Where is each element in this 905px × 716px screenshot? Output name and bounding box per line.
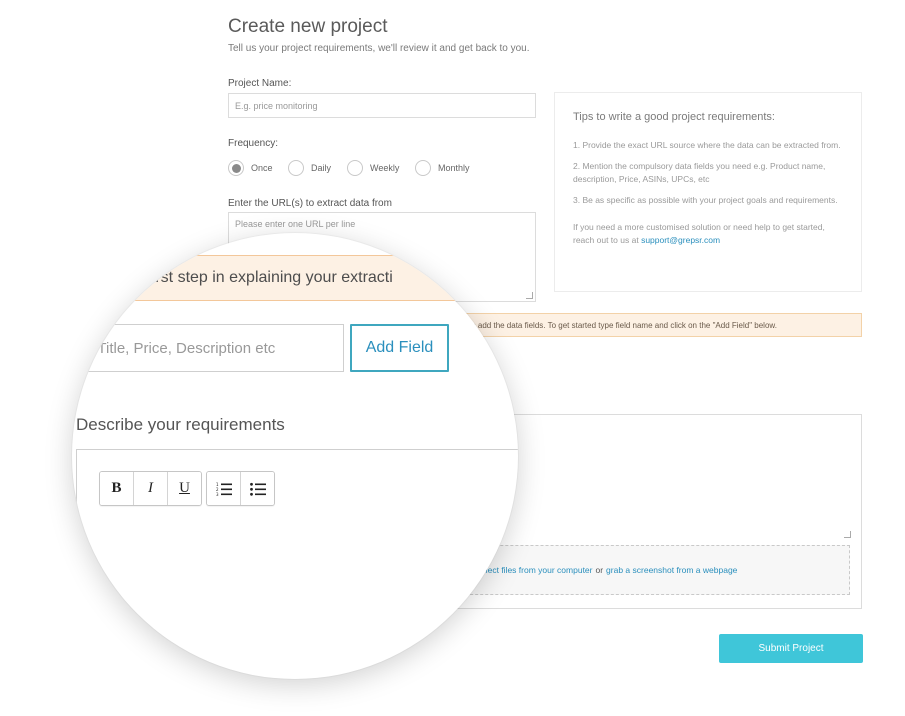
bullet-list-button[interactable] — [241, 472, 274, 505]
page-subtitle: Tell us your project requirements, we'll… — [228, 43, 530, 54]
magnifier-content: e first step in explaining your extracti… — [72, 233, 518, 679]
page-title: Create new project — [228, 16, 388, 37]
requirements-heading: Describe your requirements — [76, 415, 285, 434]
add-field-button[interactable]: Add Field — [350, 324, 449, 372]
format-toolbar-lists: 1 2 3 — [206, 471, 275, 506]
magnified-notice-text: e first step in explaining your extracti — [134, 269, 393, 286]
tip-item-1: 1. Provide the exact URL source where th… — [573, 140, 841, 150]
radio-label-monthly: Monthly — [438, 163, 470, 173]
support-email-link[interactable]: support@grepsr.com — [641, 235, 720, 245]
upload-or-text: or — [595, 565, 604, 575]
bold-button[interactable]: B — [100, 472, 134, 505]
frequency-option-once[interactable]: Once — [228, 160, 273, 176]
ordered-list-icon: 1 2 3 — [216, 482, 232, 496]
magnifier-lens: e first step in explaining your extracti… — [72, 233, 518, 679]
create-project-page: Create new project Tell us your project … — [0, 0, 905, 716]
resize-grip-icon[interactable] — [526, 292, 533, 299]
project-name-placeholder: E.g. price monitoring — [235, 100, 318, 111]
field-name-input[interactable]: g. Title, Price, Description etc — [72, 324, 344, 372]
tips-title: Tips to write a good project requirement… — [573, 111, 775, 123]
bullet-list-icon — [249, 482, 266, 496]
radio-daily[interactable] — [288, 160, 304, 176]
frequency-option-monthly[interactable]: Monthly — [415, 160, 470, 176]
project-name-input[interactable]: E.g. price monitoring — [228, 93, 536, 118]
project-name-label: Project Name: — [228, 78, 292, 89]
radio-once[interactable] — [228, 160, 244, 176]
frequency-option-weekly[interactable]: Weekly — [347, 160, 399, 176]
magnified-notice-banner: e first step in explaining your extracti — [112, 255, 518, 301]
editor-resize-grip-icon[interactable] — [844, 531, 851, 538]
format-toolbar-text: B I U — [99, 471, 202, 506]
tip-item-2: 2. Mention the compulsory data fields yo… — [573, 161, 826, 184]
submit-project-button[interactable]: Submit Project — [719, 634, 863, 663]
tips-panel: Tips to write a good project requirement… — [554, 92, 862, 292]
grab-screenshot-link[interactable]: grab a screenshot from a webpage — [606, 565, 737, 575]
field-name-placeholder: g. Title, Price, Description etc — [81, 339, 276, 357]
radio-monthly[interactable] — [415, 160, 431, 176]
radio-label-once: Once — [251, 163, 273, 173]
urls-placeholder: Please enter one URL per line — [235, 219, 356, 229]
ordered-list-button[interactable]: 1 2 3 — [207, 472, 241, 505]
frequency-option-daily[interactable]: Daily — [288, 160, 331, 176]
underline-button[interactable]: U — [168, 472, 201, 505]
italic-button[interactable]: I — [134, 472, 168, 505]
radio-weekly[interactable] — [347, 160, 363, 176]
tips-contact: If you need a more customised solution o… — [573, 221, 843, 247]
tip-item-3: 3. Be as specific as possible with your … — [573, 195, 838, 205]
radio-label-weekly: Weekly — [370, 163, 400, 173]
radio-selected-dot — [231, 163, 241, 173]
svg-text:3: 3 — [216, 492, 219, 496]
frequency-label: Frequency: — [228, 138, 279, 149]
urls-label: Enter the URL(s) to extract data from — [228, 198, 392, 209]
radio-label-daily: Daily — [311, 163, 332, 173]
